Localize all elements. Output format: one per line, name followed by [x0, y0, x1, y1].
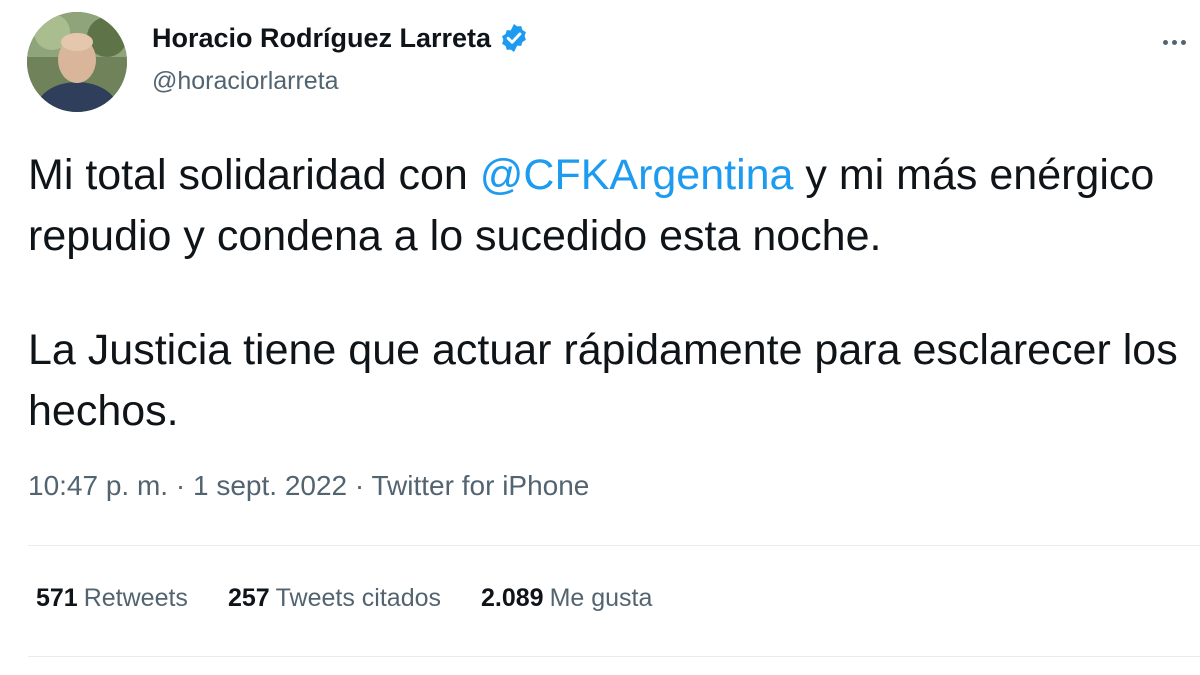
author-name-text[interactable]: Horacio Rodríguez Larreta — [152, 23, 491, 54]
author-handle[interactable]: @horaciorlarreta — [152, 67, 339, 96]
more-dot-icon — [1171, 39, 1177, 45]
retweets-count: 571 — [36, 584, 78, 612]
author-name[interactable]: Horacio Rodríguez Larreta — [152, 22, 530, 54]
tweet-paragraph-2: La Justicia tiene que actuar rápidamente… — [28, 326, 1178, 435]
quote-tweets-stat[interactable]: 257 Tweets citados — [228, 584, 441, 613]
source-link[interactable]: Twitter for iPhone — [372, 470, 590, 501]
more-options-button[interactable] — [1156, 24, 1192, 60]
meta-separator: · — [347, 470, 372, 501]
tweet-text-segment: Mi total solidaridad con — [28, 151, 480, 199]
likes-count: 2.089 — [481, 584, 544, 612]
retweets-stat[interactable]: 571 Retweets — [36, 584, 188, 613]
tweet-text: Mi total solidaridad con @CFKArgentina y… — [28, 145, 1188, 442]
divider — [28, 656, 1200, 657]
avatar[interactable] — [27, 12, 127, 112]
divider — [28, 545, 1200, 546]
tweet-card: Horacio Rodríguez Larreta @horaciorlarre… — [0, 0, 1200, 675]
quote-tweets-count: 257 — [227, 584, 270, 612]
retweets-label: Retweets — [83, 584, 188, 612]
meta-separator: · — [168, 470, 193, 501]
likes-stat[interactable]: 2.089 Me gusta — [481, 584, 652, 613]
mention-link[interactable]: @CFKArgentina — [480, 151, 794, 199]
tweet-paragraph-1: Mi total solidaridad con @CFKArgentina y… — [28, 145, 1188, 267]
verified-badge-icon — [498, 22, 530, 54]
engagement-stats: 571 Retweets 257 Tweets citados 2.089 Me gu… — [36, 584, 692, 613]
likes-label: Me gusta — [549, 584, 653, 612]
timestamp-link[interactable]: 10:47 p. m. — [28, 470, 168, 501]
date-link[interactable]: 1 sept. 2022 — [193, 470, 347, 501]
profile-photo-icon — [27, 12, 127, 112]
more-dot-icon — [1162, 39, 1168, 45]
more-dot-icon — [1180, 39, 1186, 45]
quote-tweets-label: Tweets citados — [275, 584, 442, 612]
tweet-meta: 10:47 p. m. · 1 sept. 2022 · Twitter for… — [28, 470, 589, 502]
